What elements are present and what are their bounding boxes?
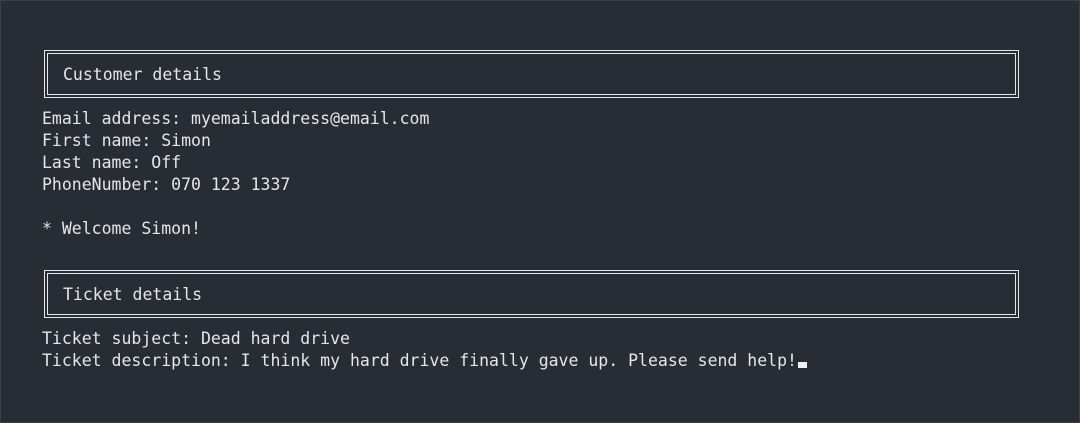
- customer-details-header-inner: Customer details: [47, 53, 1016, 95]
- phone-number-line: PhoneNumber: 070 123 1337: [42, 175, 291, 194]
- ticket-details-title: Ticket details: [63, 284, 203, 304]
- customer-details-title: Customer details: [63, 64, 222, 84]
- terminal-window[interactable]: Customer details Email address: myemaila…: [0, 0, 1080, 423]
- ticket-description-input-line[interactable]: Ticket description: I think my hard driv…: [42, 350, 807, 372]
- customer-details-header-box: Customer details: [44, 50, 1019, 98]
- ticket-subject-line: Ticket subject: Dead hard drive: [42, 329, 350, 348]
- welcome-message: * Welcome Simon!: [42, 219, 201, 238]
- last-name-line: Last name: Off: [42, 153, 182, 172]
- text-cursor: [797, 362, 807, 368]
- ticket-details-header-box: Ticket details: [44, 270, 1019, 318]
- email-line: Email address: myemailaddress@email.com: [42, 109, 430, 128]
- ticket-description-text[interactable]: Ticket description: I think my hard driv…: [42, 351, 797, 370]
- first-name-line: First name: Simon: [42, 131, 211, 150]
- ticket-details-header-inner: Ticket details: [47, 273, 1016, 315]
